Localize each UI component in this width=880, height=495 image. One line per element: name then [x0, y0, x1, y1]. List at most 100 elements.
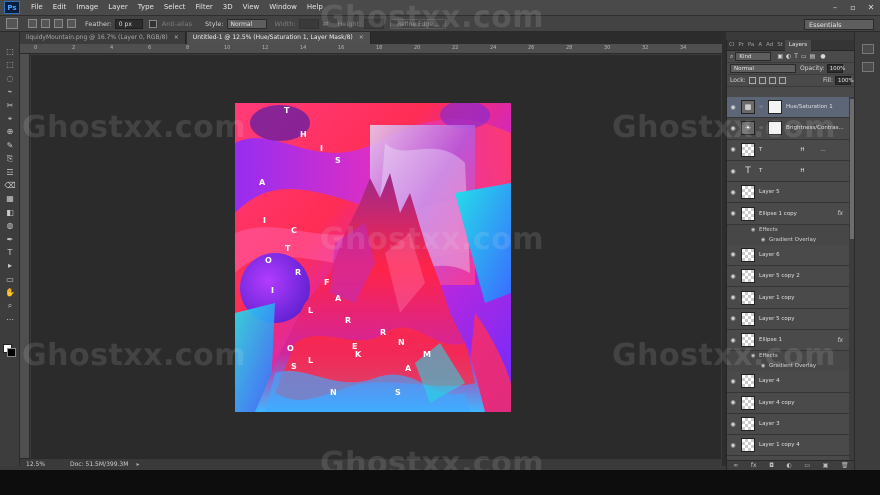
effect-visibility-icon[interactable]: ◉ [751, 353, 755, 359]
effects-row[interactable]: ◉ Effects [727, 224, 849, 235]
menu-image[interactable]: Image [71, 0, 103, 15]
lock-pixels-icon[interactable] [758, 77, 766, 84]
tab-close-icon[interactable]: × [174, 32, 179, 44]
filter-smart-icon[interactable]: ▤ [810, 53, 816, 60]
fill-input[interactable]: 100% [835, 76, 854, 85]
color-swatches[interactable] [3, 344, 17, 358]
tab-liquidy-mountain[interactable]: liquidyMountain.png @ 16.7% (Layer 0, RG… [20, 32, 186, 44]
style-select[interactable]: Normal [226, 18, 267, 29]
workspace-select[interactable]: Essentials [804, 19, 874, 30]
visibility-eye-icon[interactable]: ◉ [727, 442, 739, 449]
layer-row[interactable]: ◉ T T H [727, 161, 849, 183]
canvas-area[interactable]: THISAICTORILFAROSLEKRNMANS [31, 55, 721, 458]
type-tool-icon[interactable]: T [4, 247, 16, 258]
brush-tool-icon[interactable]: ✎ [4, 140, 16, 151]
maximize-button[interactable]: ▫ [844, 0, 862, 15]
swap-icon[interactable]: ⇄ [323, 20, 329, 28]
visibility-eye-icon[interactable]: ◉ [727, 146, 739, 153]
width-input[interactable] [298, 18, 319, 29]
zoom-tool-icon[interactable]: ⌕ [4, 301, 16, 312]
add-mask-icon[interactable]: ◘ [769, 462, 774, 469]
feather-input[interactable]: 0 px [114, 18, 143, 29]
layer-row[interactable]: ◉ Layer 4 [727, 371, 849, 393]
tab-layers[interactable]: Layers [784, 39, 812, 51]
more-tool-icon[interactable]: ⋯ [4, 314, 16, 325]
adjustment-layer-icon[interactable]: ◐ [787, 462, 792, 469]
refine-edge-button[interactable]: Refine Edge... [390, 18, 446, 29]
layer-row[interactable]: ◉ Layer 5 copy 2 [727, 266, 849, 288]
clone-stamp-tool-icon[interactable]: ⎘ [4, 153, 16, 164]
menu-file[interactable]: File [26, 0, 48, 15]
menu-3d[interactable]: 3D [218, 0, 238, 15]
subtract-selection-icon[interactable] [54, 19, 63, 28]
layer-row[interactable]: ◉ Layer 5 [727, 182, 849, 204]
blend-mode-select[interactable]: Normal [730, 64, 796, 73]
new-selection-icon[interactable] [28, 19, 37, 28]
menu-filter[interactable]: Filter [190, 0, 217, 15]
visibility-eye-icon[interactable]: ◉ [727, 210, 739, 217]
visibility-eye-icon[interactable]: ◉ [727, 104, 739, 111]
layer-mask-thumbnail[interactable] [768, 121, 782, 136]
lock-position-icon[interactable] [768, 77, 776, 84]
pen-tool-icon[interactable]: ✒ [4, 234, 16, 245]
filter-adjust-icon[interactable]: ◐ [786, 53, 791, 60]
menu-view[interactable]: View [238, 0, 265, 15]
layer-row[interactable]: ◉ ▦ ∞ Hue/Saturation 1 [727, 97, 849, 119]
move-tool-icon[interactable]: ⬚ [4, 46, 16, 57]
menu-type[interactable]: Type [133, 0, 159, 15]
marquee-tool-icon[interactable]: ⬚ [4, 59, 16, 70]
effect-row[interactable]: ◉ Gradient Overlay [727, 234, 849, 245]
panel-tab[interactable]: Pr [736, 40, 745, 51]
effect-visibility-icon[interactable]: ◉ [751, 227, 755, 233]
layer-row[interactable]: ◉ T H... [727, 140, 849, 161]
menu-select[interactable]: Select [159, 0, 191, 15]
visibility-eye-icon[interactable]: ◉ [727, 189, 739, 196]
add-selection-icon[interactable] [41, 19, 50, 28]
status-menu-arrow-icon[interactable]: ▸ [136, 461, 139, 468]
filter-toggle-icon[interactable]: ● [820, 53, 825, 60]
visibility-eye-icon[interactable]: ◉ [727, 273, 739, 280]
panel-button-1[interactable] [862, 44, 874, 54]
shape-tool-icon[interactable]: ▭ [4, 274, 16, 285]
fx-icon[interactable]: fx [837, 337, 843, 344]
path-select-tool-icon[interactable]: ▸ [4, 260, 16, 271]
visibility-eye-icon[interactable]: ◉ [727, 421, 739, 428]
menu-edit[interactable]: Edit [48, 0, 72, 15]
effect-visibility-icon[interactable]: ◉ [761, 237, 765, 243]
intersect-selection-icon[interactable] [67, 19, 76, 28]
add-style-icon[interactable]: fx [751, 462, 757, 469]
mask-link-icon[interactable]: ∞ [759, 104, 764, 110]
menu-layer[interactable]: Layer [103, 0, 133, 15]
quick-select-tool-icon[interactable]: ⌁ [4, 86, 16, 97]
minimize-button[interactable]: – [826, 0, 844, 15]
visibility-eye-icon[interactable]: ◉ [727, 168, 739, 175]
lock-transparent-icon[interactable] [748, 77, 756, 84]
filter-type-icon[interactable]: T [794, 53, 798, 60]
visibility-eye-icon[interactable]: ◉ [727, 251, 739, 258]
gradient-tool-icon[interactable]: ▦ [4, 193, 16, 204]
visibility-eye-icon[interactable]: ◉ [727, 399, 739, 406]
tab-untitled-1[interactable]: Untitled-1 @ 12.5% (Hue/Saturation 1, La… [186, 32, 371, 44]
marquee-tool-icon[interactable] [6, 18, 18, 29]
layer-row[interactable]: ◉ ☀ ∞ Brightness/Contras... [727, 118, 849, 140]
panel-tab[interactable]: A [756, 40, 764, 51]
filter-shape-icon[interactable]: ▭ [801, 53, 807, 60]
layer-row[interactable]: ◉ Layer 5 copy [727, 309, 849, 330]
layer-row[interactable]: ◉ Layer 4 copy [727, 393, 849, 414]
visibility-eye-icon[interactable]: ◉ [727, 125, 739, 132]
blur-tool-icon[interactable]: ◧ [4, 207, 16, 218]
hand-tool-icon[interactable]: ✋ [4, 287, 16, 298]
eraser-tool-icon[interactable]: ⌫ [4, 180, 16, 191]
visibility-eye-icon[interactable]: ◉ [727, 337, 739, 344]
effect-row[interactable]: ◉ Gradient Overlay [727, 361, 849, 372]
layer-row[interactable]: ◉ Layer 3 [727, 414, 849, 436]
tab-close-icon[interactable]: × [359, 32, 364, 44]
effect-visibility-icon[interactable]: ◉ [761, 363, 765, 369]
link-layers-icon[interactable]: ∞ [733, 462, 738, 469]
layer-row[interactable]: ◉ Layer 1 copy [727, 287, 849, 309]
visibility-eye-icon[interactable]: ◉ [727, 378, 739, 385]
close-button[interactable]: ✕ [862, 0, 880, 15]
kind-select[interactable]: Kind [735, 52, 772, 61]
layer-mask-thumbnail[interactable] [768, 100, 782, 115]
layer-row[interactable]: ◉ Layer 1 copy 4 [727, 435, 849, 457]
